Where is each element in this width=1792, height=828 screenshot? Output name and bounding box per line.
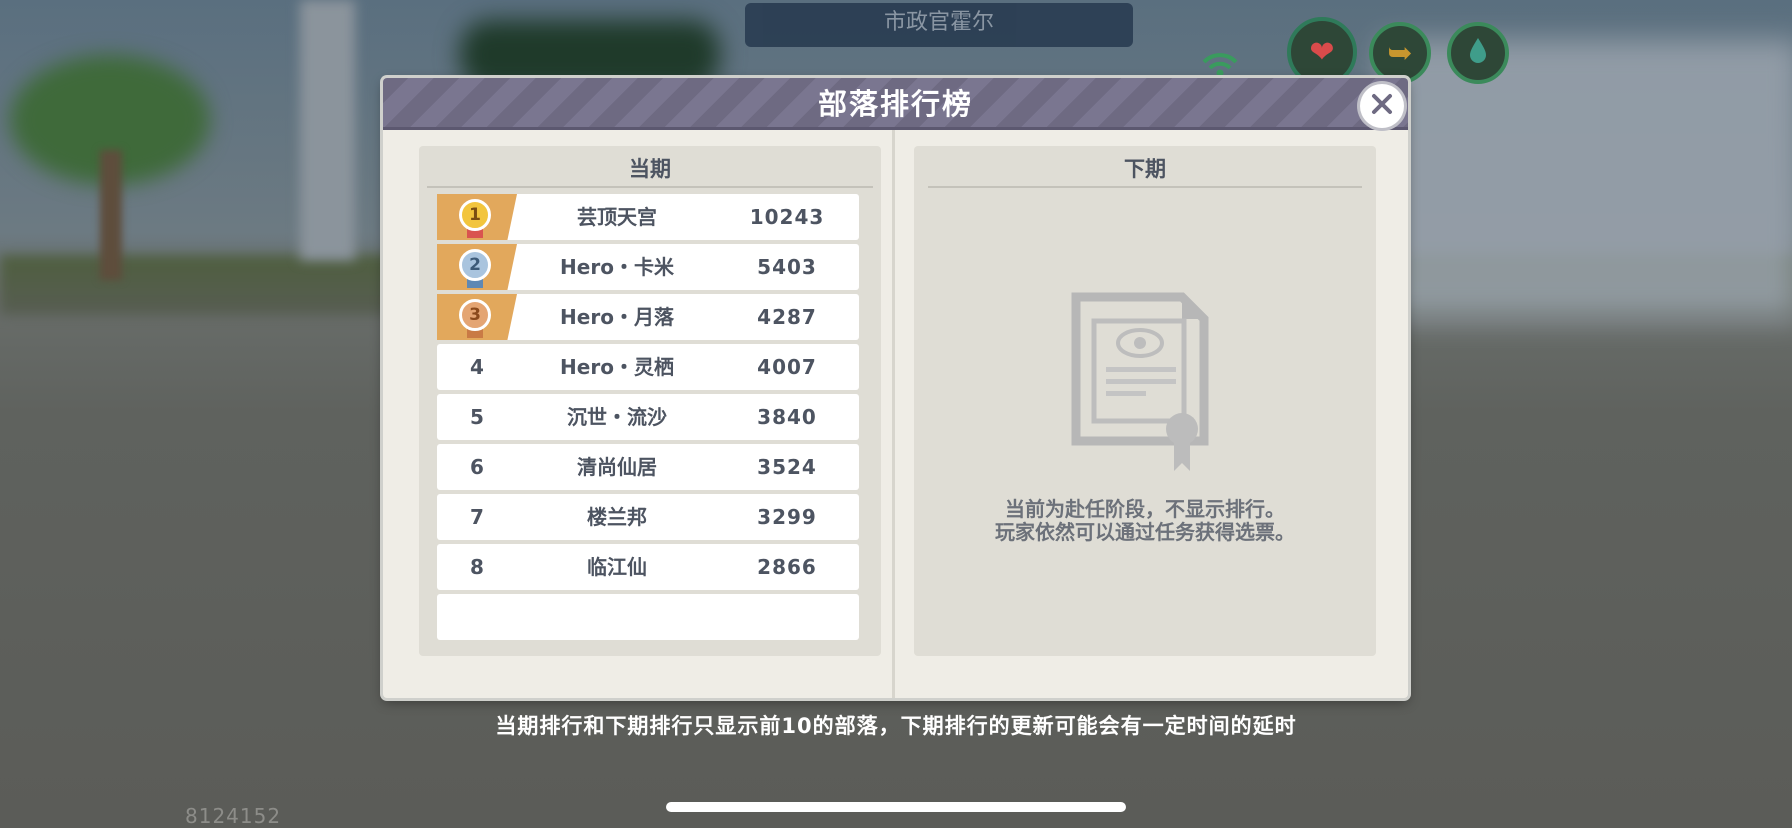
tribe-ranking-modal: 部落排行榜 当期 1 芸顶天宫 10243 2 Hero・卡米 5403 3 Hero・月落 4…: [383, 78, 1408, 698]
ranking-row[interactable]: 8 临江仙 2866: [437, 544, 859, 590]
ranking-row[interactable]: 4 Hero・灵栖 4007: [437, 344, 859, 390]
tribe-score: 5403: [757, 255, 817, 279]
ranking-row[interactable]: 5 沉世・流沙 3840: [437, 394, 859, 440]
share-button[interactable]: ➥: [1369, 22, 1431, 84]
ranking-footnote: 当期排行和下期排行只显示前10的部落，下期排行的更新可能会有一定时间的延时: [495, 714, 1297, 738]
ranking-row[interactable]: 2 Hero・卡米 5403: [437, 244, 859, 290]
tribe-score: 4007: [757, 355, 817, 379]
heart-icon: ❤: [1309, 34, 1335, 70]
tribe-score: 3299: [757, 505, 817, 529]
tribe-score: 10243: [749, 205, 825, 229]
tribe-name: 临江仙: [587, 555, 647, 579]
tribe-name: Hero・月落: [560, 305, 674, 329]
tribe-name: Hero・卡米: [560, 255, 674, 279]
silver-medal-icon: 2: [459, 249, 491, 281]
tribe-score: 3840: [757, 405, 817, 429]
current-period-panel: 当期 1 芸顶天宫 10243 2 Hero・卡米 5403 3 Hero・月落 4287 4 He…: [419, 146, 881, 656]
next-period-message-line2: 玩家依然可以通过任务获得选票。: [995, 520, 1295, 544]
next-period-message: 当前为赴任阶段，不显示排行。 玩家依然可以通过任务获得选票。: [934, 498, 1356, 544]
heart-button[interactable]: ❤: [1287, 17, 1357, 87]
rank-number: 5: [470, 405, 484, 429]
tribe-name: Hero・灵栖: [560, 355, 674, 379]
rank-number: 4: [470, 355, 484, 379]
tribe-name: 楼兰邦: [587, 505, 647, 529]
water-button[interactable]: [1447, 22, 1509, 84]
share-arrow-icon: ➥: [1387, 35, 1413, 71]
bronze-medal-icon: 3: [459, 299, 491, 331]
next-period-panel: 下期 当前为赴任阶段，不显示排行。 玩家依然可以通过任务获得选票。: [914, 146, 1376, 656]
rank-number: 7: [470, 505, 484, 529]
rank-badge: 2: [437, 244, 517, 290]
tribe-score: 3524: [757, 455, 817, 479]
ranking-list[interactable]: 1 芸顶天宫 10243 2 Hero・卡米 5403 3 Hero・月落 4287 4 Hero・…: [437, 194, 859, 654]
background-pillar: [300, 0, 355, 260]
tribe-score: 4287: [757, 305, 817, 329]
current-period-header: 当期: [427, 154, 873, 188]
close-icon: [1370, 92, 1394, 120]
ranking-row[interactable]: 3 Hero・月落 4287: [437, 294, 859, 340]
home-indicator-bar[interactable]: [666, 802, 1126, 812]
background-tree-trunk: [100, 150, 122, 280]
tribe-name: 清尚仙居: [577, 455, 657, 479]
rank-number: 8: [470, 555, 484, 579]
rank-number: 6: [470, 455, 484, 479]
modal-title: 部落排行榜: [817, 87, 973, 121]
panel-divider: [892, 130, 895, 698]
ranking-row[interactable]: 6 清尚仙居 3524: [437, 444, 859, 490]
close-button[interactable]: [1360, 84, 1404, 128]
ranking-row-partial[interactable]: [437, 594, 859, 640]
tribe-name: 芸顶天宫: [577, 205, 657, 229]
tribe-score: 2866: [757, 555, 817, 579]
gold-medal-icon: 1: [459, 199, 491, 231]
tribe-name: 沉世・流沙: [567, 405, 667, 429]
certificate-scroll-icon: [1064, 291, 1224, 476]
ranking-row[interactable]: 7 楼兰邦 3299: [437, 494, 859, 540]
rank-badge: 3: [437, 294, 517, 340]
player-uid: 8124152: [185, 804, 282, 828]
water-drop-icon: [1467, 36, 1489, 70]
wifi-signal-icon: [1198, 40, 1242, 80]
next-period-header: 下期: [928, 154, 1362, 188]
next-period-message-line1: 当前为赴任阶段，不显示排行。: [1005, 497, 1285, 521]
ranking-row[interactable]: 1 芸顶天宫 10243: [437, 194, 859, 240]
background-building: [1380, 40, 1792, 320]
game-scene: 市政官霍尔 ❤ ➥ 部落排行榜 当期 1 芸顶天宫 10243 2 Hero・卡…: [0, 0, 1792, 828]
rank-badge: 1: [437, 194, 517, 240]
npc-name-title: 市政官霍尔: [745, 3, 1133, 47]
